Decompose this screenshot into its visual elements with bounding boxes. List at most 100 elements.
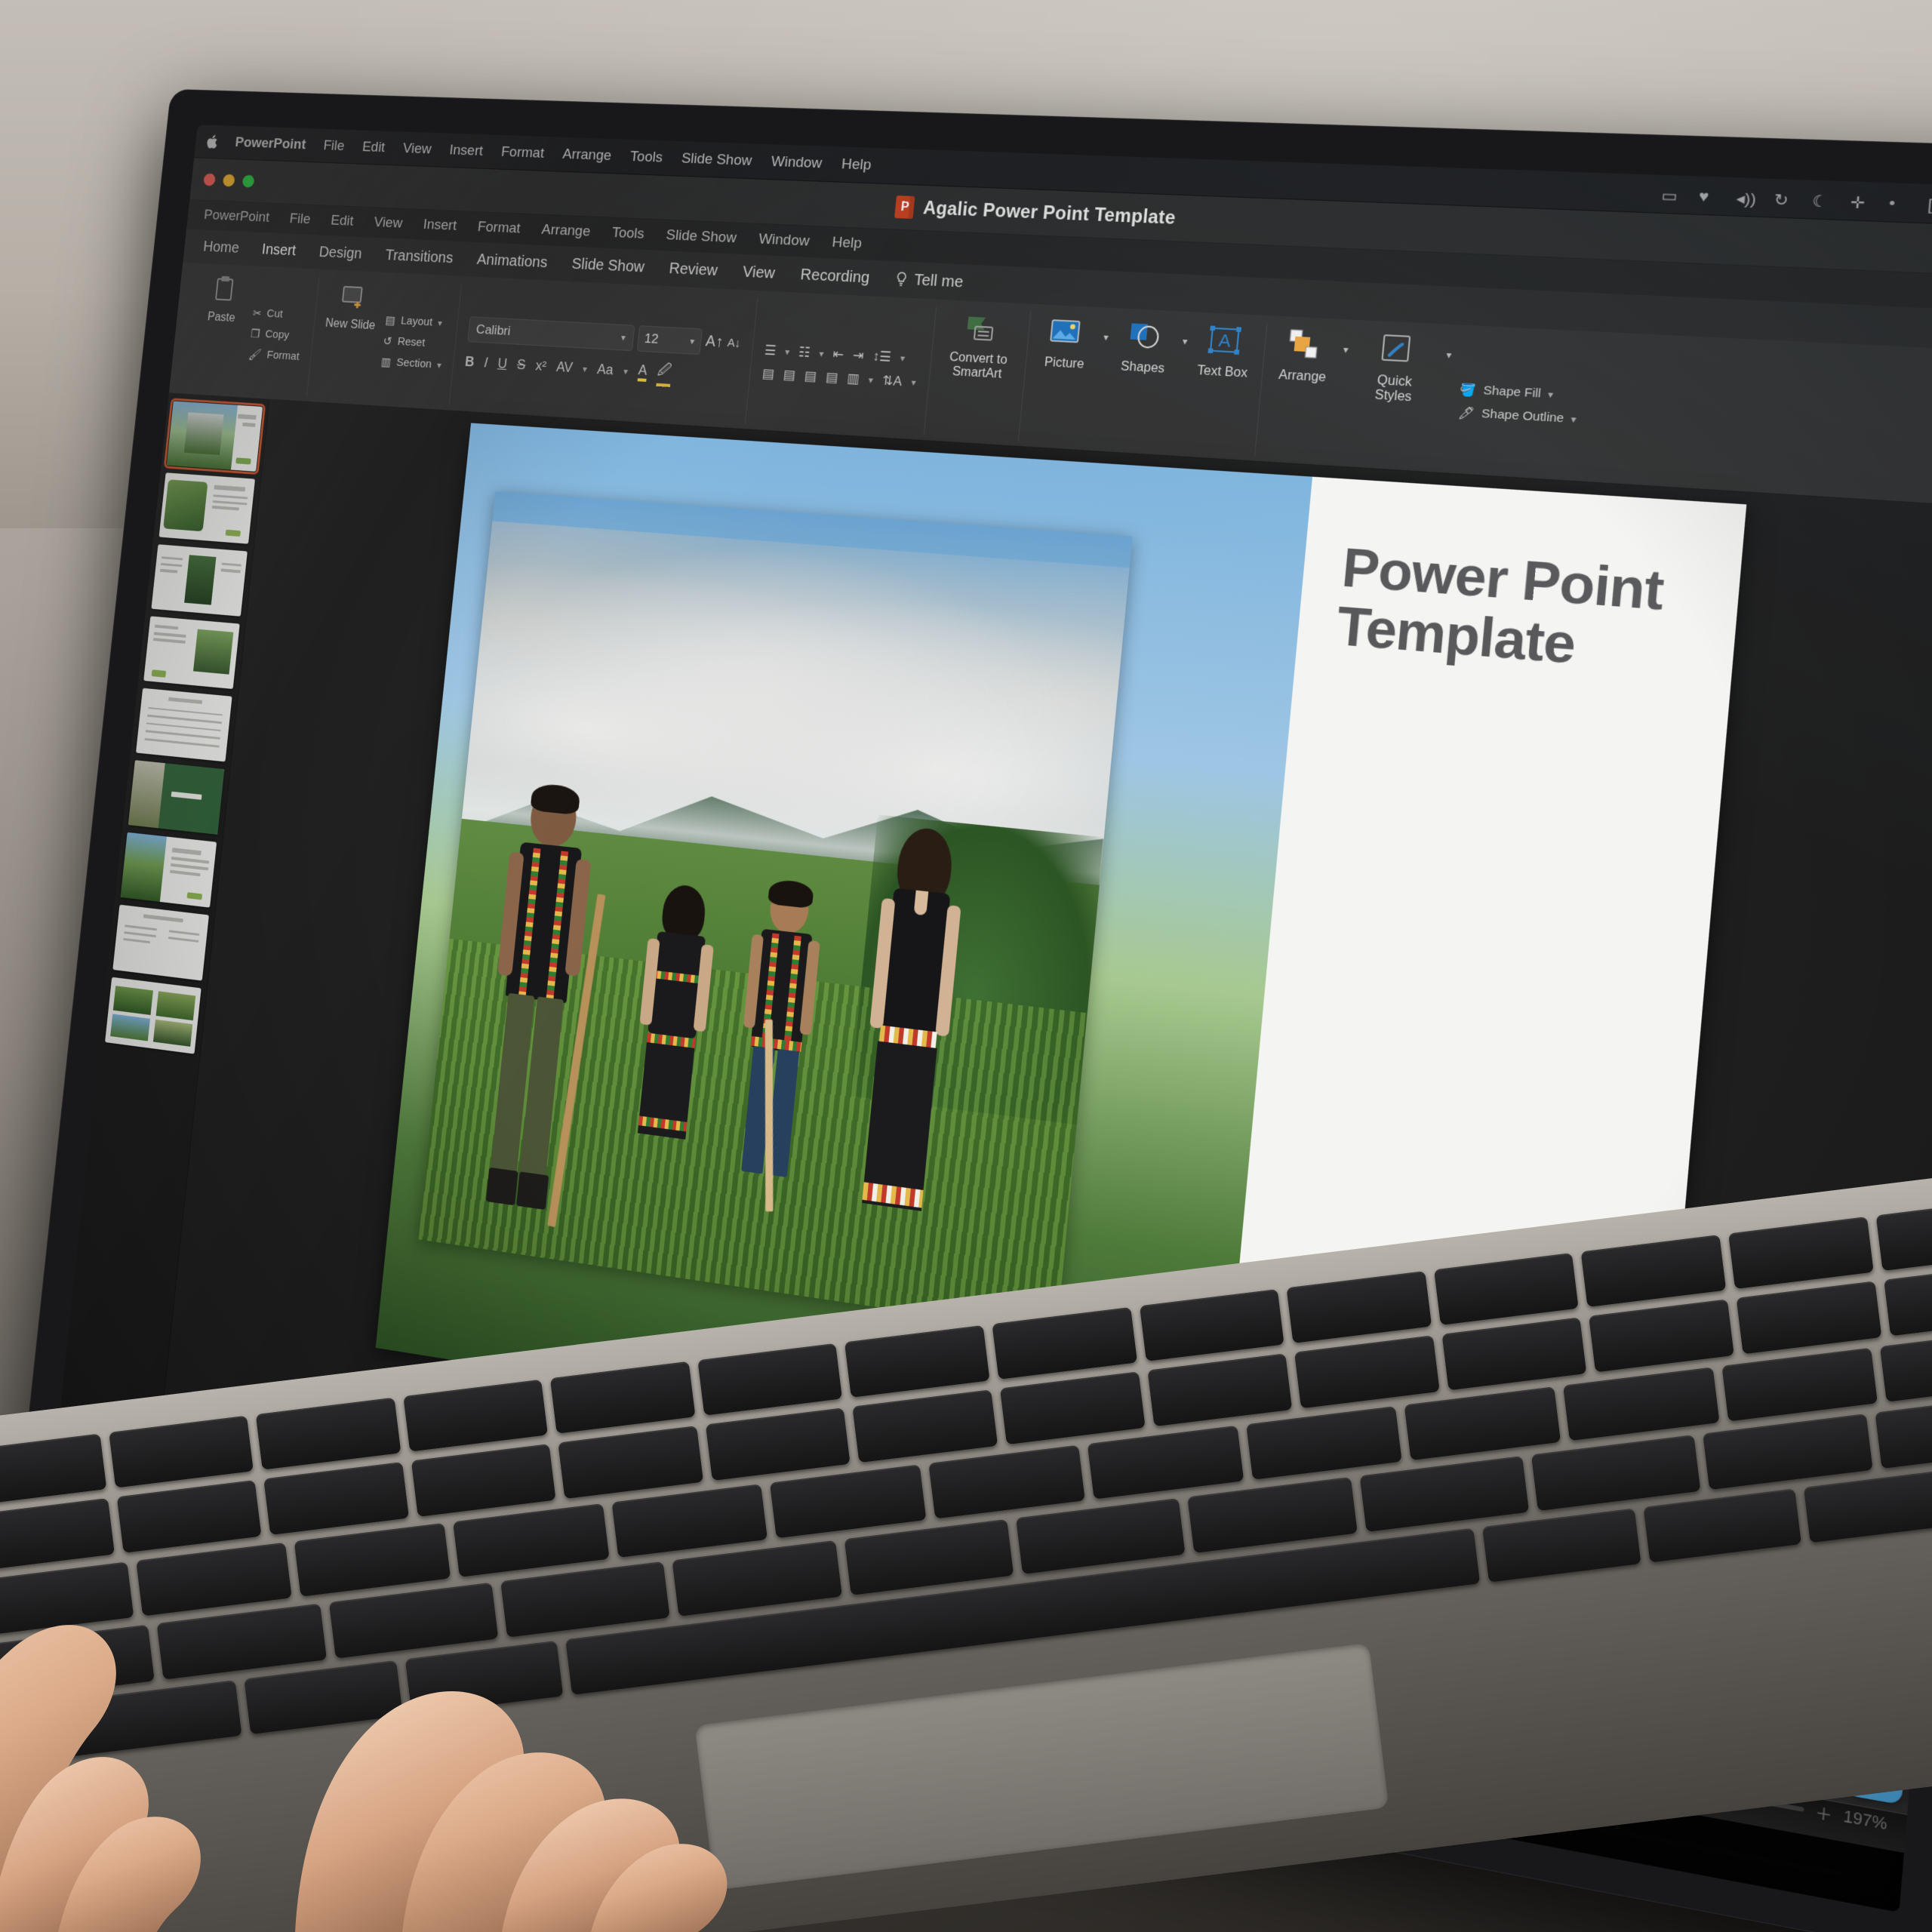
text-shadow-icon[interactable]: x² <box>535 358 547 374</box>
format-painter-button[interactable]: 🖌 Format <box>248 347 300 363</box>
appmenu-tools[interactable]: Tools <box>611 225 645 243</box>
chevron-down-icon[interactable]: ▾ <box>623 365 628 376</box>
align-center-icon[interactable]: ▤ <box>783 367 796 383</box>
record-dot-icon[interactable]: • <box>1888 195 1910 213</box>
slide-thumbnail-1[interactable] <box>163 398 266 475</box>
strikethrough-button[interactable]: S <box>516 357 526 374</box>
italic-button[interactable]: I <box>484 355 489 371</box>
tab-home[interactable]: Home <box>202 238 240 257</box>
menubar-status-icons[interactable]: ▭ ♥ ◂)) ↻ ☾ ✛ • [A] ⚲ ☰ <box>1661 186 1932 215</box>
new-slide-button[interactable]: New Slide <box>325 277 380 333</box>
menu-format[interactable]: Format <box>500 143 545 162</box>
appmenu-slide-show[interactable]: Slide Show <box>666 227 737 247</box>
bluetooth-icon[interactable]: ✛ <box>1850 193 1871 212</box>
moon-icon[interactable]: ☾ <box>1811 192 1832 211</box>
chevron-down-icon[interactable]: ▾ <box>1343 344 1349 355</box>
screen-mirroring-icon[interactable]: ▭ <box>1661 186 1682 205</box>
menu-insert[interactable]: Insert <box>448 142 484 159</box>
align-left-icon[interactable]: ▤ <box>761 366 775 382</box>
numbered-list-icon[interactable]: ☷ <box>798 344 811 360</box>
apple-logo-icon[interactable] <box>206 134 219 149</box>
slide-photo[interactable] <box>418 491 1133 1334</box>
chevron-down-icon[interactable]: ▾ <box>1103 331 1109 343</box>
dropbox-icon[interactable]: ♥ <box>1698 188 1719 206</box>
menu-arrange[interactable]: Arrange <box>561 146 613 164</box>
tab-recording[interactable]: Recording <box>800 266 871 287</box>
menu-file[interactable]: File <box>323 137 346 154</box>
convert-to-smartart-button[interactable]: Convert to SmartArt <box>942 308 1017 383</box>
chevron-down-icon[interactable]: ▾ <box>583 363 588 374</box>
font-color-icon[interactable]: A <box>637 361 648 382</box>
menu-help[interactable]: Help <box>841 155 872 174</box>
chevron-down-icon[interactable]: ▾ <box>438 318 443 328</box>
chevron-down-icon[interactable]: ▾ <box>819 348 824 359</box>
bold-button[interactable]: B <box>464 354 475 371</box>
appmenu-help[interactable]: Help <box>831 234 862 252</box>
close-button[interactable] <box>203 173 216 186</box>
appmenu-insert[interactable]: Insert <box>423 217 457 235</box>
tell-me-label[interactable]: Tell me <box>913 271 964 291</box>
shape-outline-button[interactable]: 🖊 Shape Outline ▾ <box>1458 405 1577 427</box>
chevron-down-icon[interactable]: ▾ <box>690 335 695 346</box>
slide-thumbnail-7[interactable] <box>120 832 217 908</box>
chevron-down-icon[interactable]: ▾ <box>437 359 442 370</box>
appmenu-format[interactable]: Format <box>477 219 521 237</box>
zoom-button[interactable] <box>242 174 255 188</box>
chevron-down-icon[interactable]: ▾ <box>1446 349 1452 361</box>
time-machine-icon[interactable]: ↻ <box>1774 190 1795 209</box>
chevron-down-icon[interactable]: ▾ <box>868 374 874 386</box>
tab-view[interactable]: View <box>742 263 776 282</box>
decrease-indent-icon[interactable]: ⇤ <box>832 346 844 362</box>
bullet-list-icon[interactable]: ☰ <box>764 343 777 358</box>
slide-thumbnail-2[interactable] <box>158 472 256 544</box>
tab-transitions[interactable]: Transitions <box>384 247 454 267</box>
chevron-down-icon[interactable]: ▾ <box>1571 413 1577 425</box>
tab-animations[interactable]: Animations <box>476 251 548 271</box>
slide-thumbnail-4[interactable] <box>143 616 240 689</box>
zoom-in-icon[interactable]: ＋ <box>1814 1800 1833 1826</box>
layout-button[interactable]: ▤ Layout ▾ <box>385 313 447 330</box>
tab-insert[interactable]: Insert <box>261 241 297 259</box>
chevron-down-icon[interactable]: ▾ <box>785 346 790 357</box>
chevron-down-icon[interactable]: ▾ <box>1547 388 1553 400</box>
menu-slide-show[interactable]: Slide Show <box>681 150 752 170</box>
change-case-button[interactable]: Aa <box>596 361 614 378</box>
slide-thumbnail-9[interactable] <box>105 977 202 1054</box>
appmenu-arrange[interactable]: Arrange <box>541 222 591 241</box>
appmenu-view[interactable]: View <box>374 214 404 232</box>
increase-font-size-icon[interactable]: A↑ <box>705 333 724 352</box>
tell-me-search[interactable]: Tell me <box>895 270 964 291</box>
decrease-font-size-icon[interactable]: A↓ <box>727 337 741 350</box>
menu-view[interactable]: View <box>402 140 432 158</box>
chevron-down-icon[interactable]: ▾ <box>620 332 626 343</box>
tab-review[interactable]: Review <box>669 260 718 279</box>
font-size-input[interactable]: 12 ▾ <box>636 325 703 355</box>
shapes-button[interactable]: Shapes <box>1116 316 1174 377</box>
volume-icon[interactable]: ◂)) <box>1736 189 1757 208</box>
appmenu-powerpoint[interactable]: PowerPoint <box>203 208 270 226</box>
appmenu-edit[interactable]: Edit <box>330 213 354 230</box>
traffic-lights[interactable] <box>203 173 255 188</box>
quick-styles-button[interactable]: Quick Styles <box>1355 328 1437 407</box>
text-highlight-icon[interactable]: 🖉 <box>656 359 673 387</box>
slide-thumbnail-8[interactable] <box>112 904 209 981</box>
justify-icon[interactable]: ▤ <box>825 369 838 386</box>
slide-thumbnail-3[interactable] <box>151 544 248 617</box>
tab-slide-show[interactable]: Slide Show <box>571 255 645 276</box>
increase-indent-icon[interactable]: ⇥ <box>852 347 864 363</box>
menu-edit[interactable]: Edit <box>361 139 386 156</box>
chevron-down-icon[interactable]: ▾ <box>1182 336 1188 347</box>
section-button[interactable]: ▥ Section ▾ <box>380 355 442 371</box>
character-spacing-icon[interactable]: AV <box>555 359 574 376</box>
font-name-input[interactable]: Calibri ▾ <box>467 315 635 351</box>
reset-button[interactable]: ↺ Reset <box>383 334 445 350</box>
slide-thumbnail-5[interactable] <box>136 688 232 762</box>
line-spacing-icon[interactable]: ↕☰ <box>872 349 892 365</box>
text-box-button[interactable]: A Text Box <box>1195 320 1254 381</box>
cut-button[interactable]: ✂ Cut <box>252 306 304 322</box>
underline-button[interactable]: U <box>497 355 508 372</box>
menu-app-name[interactable]: PowerPoint <box>235 134 307 153</box>
minimize-button[interactable] <box>222 174 235 187</box>
shape-fill-button[interactable]: 🪣 Shape Fill ▾ <box>1460 382 1579 403</box>
appmenu-file[interactable]: File <box>289 211 312 228</box>
